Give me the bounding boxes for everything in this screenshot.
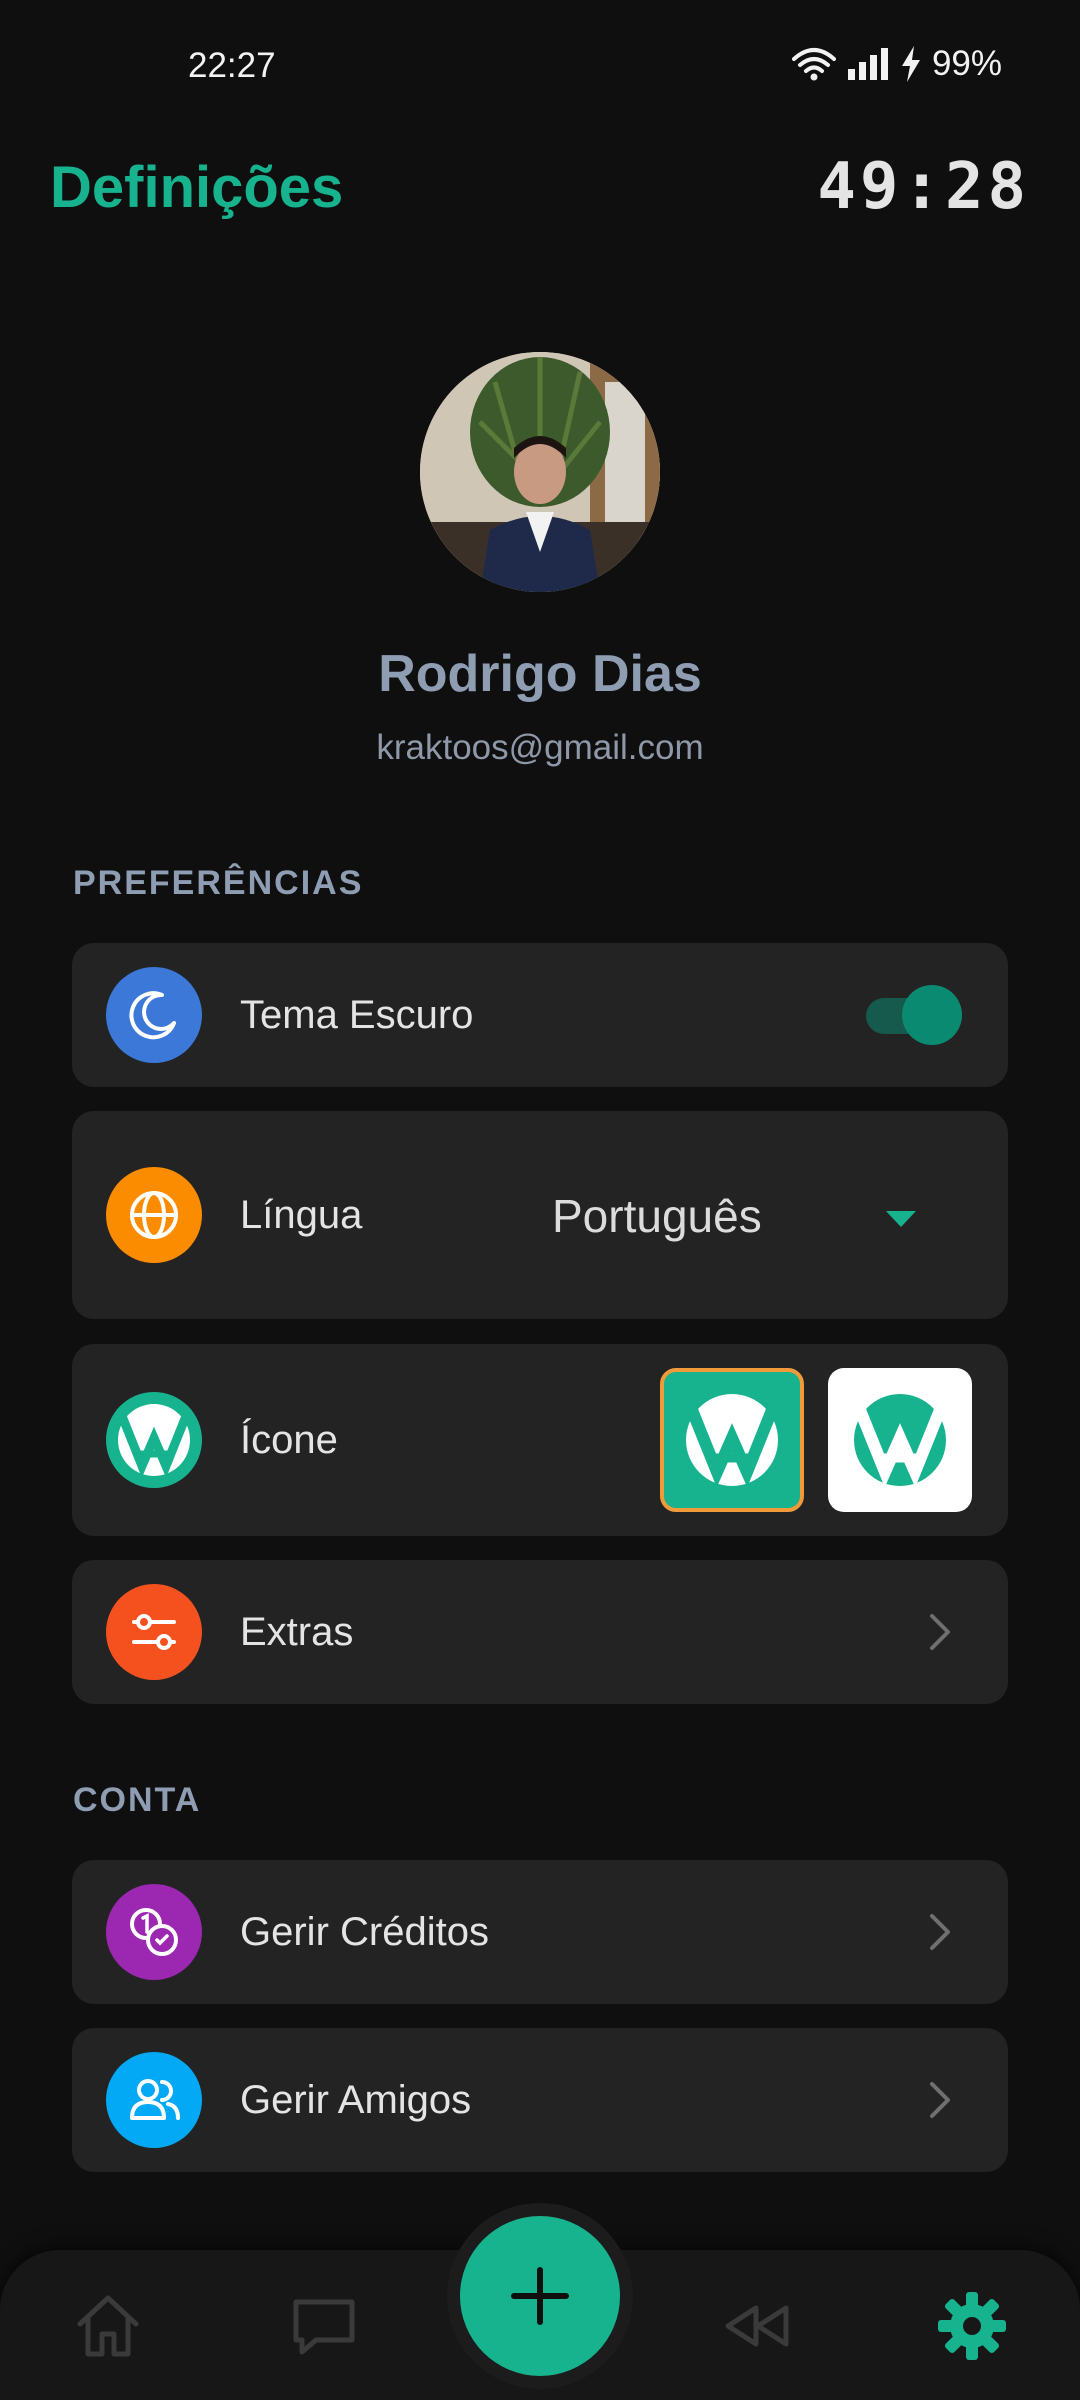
dark-theme-row[interactable]: Tema Escuro — [72, 943, 1008, 1087]
manage-credits-label: Gerir Créditos — [240, 1910, 489, 1954]
section-label-preferences: PREFERÊNCIAS — [73, 864, 364, 902]
status-time: 22:27 — [188, 46, 276, 85]
language-select-value[interactable]: Português — [552, 1189, 762, 1243]
avatar[interactable] — [420, 352, 660, 592]
profile-section: Rodrigo Dias kraktoos@gmail.com — [0, 352, 1080, 768]
settings-icon — [938, 2292, 1006, 2360]
add-button[interactable] — [460, 2216, 620, 2376]
status-indicators: 99% — [791, 44, 1002, 84]
nav-chat[interactable] — [286, 2288, 362, 2364]
page-title: Definições — [50, 155, 344, 220]
header: Definições 49:28 — [0, 150, 1080, 230]
chevron-right-icon — [930, 1614, 950, 1650]
app-logo-icon — [106, 1392, 202, 1488]
nav-rewind[interactable] — [718, 2288, 794, 2364]
coins-icon — [106, 1884, 202, 1980]
manage-friends-row[interactable]: Gerir Amigos — [72, 2028, 1008, 2172]
countdown-timer: 49:28 — [817, 150, 1030, 224]
dark-theme-label: Tema Escuro — [240, 993, 474, 1037]
status-bar: 22:27 99% — [0, 0, 1080, 130]
chevron-right-icon — [930, 2082, 950, 2118]
profile-email: kraktoos@gmail.com — [376, 728, 704, 767]
dropdown-arrow-icon[interactable] — [886, 1211, 916, 1227]
app-icon-label: Ícone — [240, 1418, 338, 1462]
manage-credits-row[interactable]: Gerir Créditos — [72, 1860, 1008, 2004]
wifi-icon — [791, 48, 836, 81]
nav-settings[interactable] — [934, 2288, 1010, 2364]
charging-icon — [901, 46, 920, 82]
profile-name: Rodrigo Dias — [378, 645, 702, 703]
signal-icon — [847, 48, 888, 80]
users-icon — [106, 2052, 202, 2148]
rewind-icon — [725, 2305, 789, 2347]
chevron-right-icon — [930, 1914, 950, 1950]
battery-level: 99% — [931, 44, 1002, 83]
toggle-knob — [902, 985, 962, 1045]
nav-home[interactable] — [70, 2288, 146, 2364]
dark-theme-toggle[interactable] — [866, 985, 962, 1045]
extras-label: Extras — [240, 1610, 354, 1654]
moon-icon — [106, 967, 202, 1063]
app-icon-row: Ícone — [72, 1344, 1008, 1536]
icon-option-green[interactable] — [660, 1368, 804, 1512]
language-row[interactable]: Língua Português — [72, 1111, 1008, 1319]
chat-icon — [293, 2299, 355, 2355]
extras-row[interactable]: Extras — [72, 1560, 1008, 1704]
language-label: Língua — [240, 1193, 363, 1237]
plus-icon — [511, 2267, 569, 2325]
section-label-account: CONTA — [73, 1781, 202, 1819]
sliders-icon — [106, 1584, 202, 1680]
globe-icon — [106, 1167, 202, 1263]
icon-option-white[interactable] — [828, 1368, 972, 1512]
home-icon — [77, 2295, 139, 2357]
manage-friends-label: Gerir Amigos — [240, 2078, 472, 2122]
